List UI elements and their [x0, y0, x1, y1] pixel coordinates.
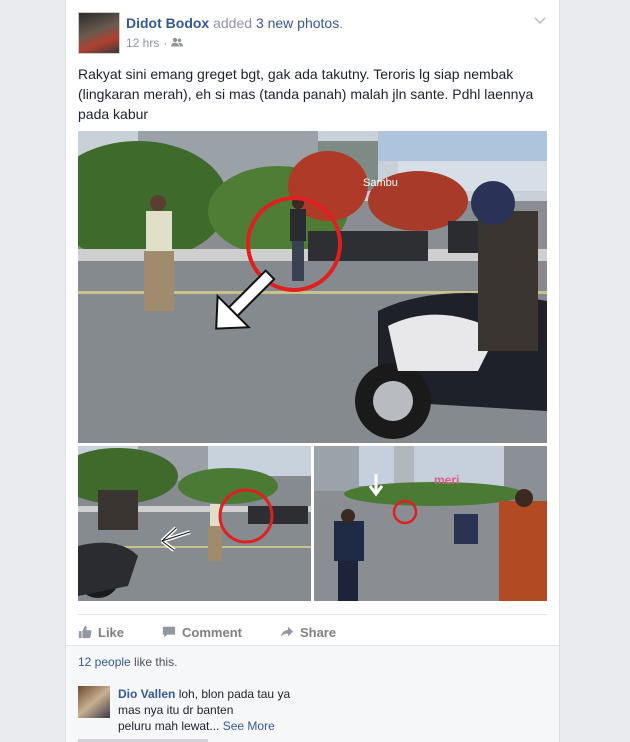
thumbs-up-icon [78, 625, 92, 639]
post-photo-bottom-left[interactable] [78, 446, 311, 601]
like-button[interactable]: Like [78, 621, 124, 640]
post-time-link[interactable]: 12 hrs [126, 36, 159, 50]
share-icon [280, 626, 294, 638]
comment-button[interactable]: Comment [162, 621, 242, 640]
comment-text-line3: peluru mah lewat... [118, 719, 220, 733]
likes-suffix: like this. [130, 655, 178, 669]
see-more-link[interactable]: See More [223, 719, 275, 733]
photo-bottom-left-image [78, 446, 311, 601]
post-photo-bottom-right[interactable]: meri [314, 446, 547, 601]
post-action: added 3 new photos. [213, 15, 343, 31]
share-button[interactable]: Share [280, 621, 336, 640]
comment-icon [162, 626, 176, 638]
post-author-line: Didot Bodox added 3 new photos. [126, 15, 343, 31]
author-avatar[interactable] [78, 12, 120, 54]
likers-link[interactable]: 12 people [78, 655, 131, 669]
post-header: Didot Bodox added 3 new photos. 12 hrs · [78, 12, 547, 54]
post-actions-bar: Like Comment Share [78, 614, 547, 645]
post-meta: 12 hrs · [126, 36, 184, 50]
photos-count-link[interactable]: 3 new photos [256, 15, 339, 31]
comment-text-line2: mas nya itu dr banten [118, 703, 234, 717]
commenter-name-link[interactable]: Dio Vallen [118, 687, 175, 701]
like-label: Like [98, 624, 125, 640]
post-action-suffix: . [339, 15, 344, 31]
comment-body: Dio Vallen loh, blon pada tau ya mas nya… [118, 686, 348, 734]
post-photo-main[interactable]: Sambu [78, 131, 547, 443]
photo-main-image: Sambu [78, 131, 547, 443]
post-action-prefix: added [213, 15, 253, 31]
meta-separator: · [163, 36, 168, 50]
photo-bottom-right-image: meri [314, 446, 547, 601]
bottom-right-photo-watermark: meri [434, 473, 459, 487]
share-label: Share [299, 624, 337, 640]
reactions-and-comments: 12 people like this. Dio Vallen loh, blo… [66, 645, 559, 742]
post-text: Rakyat sini emang greget bgt, gak ada ta… [78, 66, 534, 122]
commenter-avatar[interactable] [78, 686, 110, 718]
post-card: Didot Bodox added 3 new photos. 12 hrs ·… [65, 0, 560, 742]
friends-icon[interactable] [171, 36, 184, 50]
page-background [0, 0, 65, 742]
likes-summary: 12 people like this. [78, 655, 177, 669]
comment-text-line1: loh, blon pada tau ya [175, 687, 291, 701]
comment-label: Comment [182, 624, 242, 640]
author-name-link[interactable]: Didot Bodox [126, 15, 209, 31]
main-photo-watermark: Sambu [363, 177, 398, 189]
chevron-down-icon[interactable] [533, 14, 547, 28]
